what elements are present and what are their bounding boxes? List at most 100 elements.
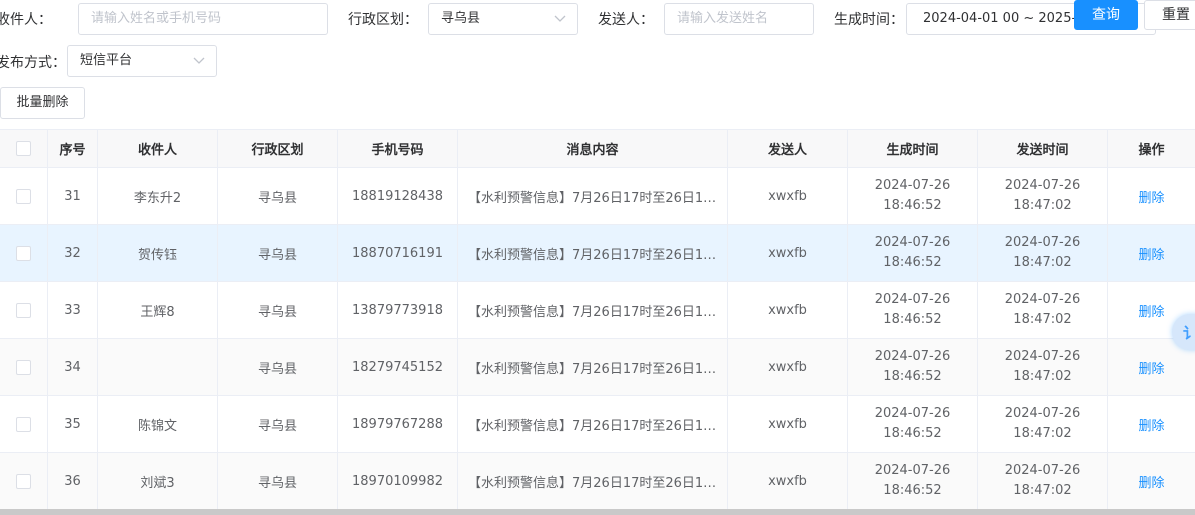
row-select[interactable] bbox=[0, 339, 48, 395]
message-table: 序号 收件人 行政区划 手机号码 消息内容 发送人 生成时间 发送时间 操作 3… bbox=[0, 129, 1195, 509]
table-row[interactable]: 32 贺传钰 寻乌县 18870716191 【水利预警信息】7月26日17时至26日1… bbox=[0, 225, 1195, 282]
delete-link[interactable]: 删除 bbox=[1138, 301, 1164, 320]
table-row[interactable]: 33 王辉8 寻乌县 13879773918 【水利预警信息】7月26日17时至26日1… bbox=[0, 282, 1195, 339]
delete-link[interactable]: 删除 bbox=[1138, 244, 1164, 263]
delete-link[interactable]: 删除 bbox=[1138, 472, 1164, 491]
header-phone: 手机号码 bbox=[338, 130, 458, 167]
reset-button[interactable]: 重置 bbox=[1144, 0, 1195, 30]
checkbox-icon[interactable] bbox=[16, 473, 31, 489]
time-label: 生成时间： bbox=[834, 12, 904, 28]
method-select[interactable]: 短信平台 bbox=[67, 45, 217, 77]
cell-op: 删除 bbox=[1108, 225, 1195, 281]
cell-content: 【水利预警信息】7月26日17时至26日18时 bbox=[458, 453, 728, 509]
gen-time: 18:46:52 bbox=[883, 198, 942, 213]
cell-phone: 18279745152 bbox=[338, 339, 458, 395]
gen-time: 18:46:52 bbox=[883, 483, 942, 498]
cell-send-time: 2024-07-26 18:47:02 bbox=[978, 396, 1108, 452]
checkbox-icon[interactable] bbox=[16, 359, 31, 375]
cell-send-time: 2024-07-26 18:47:02 bbox=[978, 453, 1108, 509]
cell-send-time: 2024-07-26 18:47:02 bbox=[978, 225, 1108, 281]
method-label: 发布方式： bbox=[0, 55, 66, 71]
table-row[interactable]: 34 寻乌县 18279745152 【水利预警信息】7月26日17时至26日18时 x… bbox=[0, 339, 1195, 396]
cell-sender: xwxfb bbox=[728, 168, 848, 224]
cell-content: 【水利预警信息】7月26日17时至26日18时 bbox=[458, 282, 728, 338]
cell-gen-time: 2024-07-26 18:46:52 bbox=[848, 339, 978, 395]
cell-region: 寻乌县 bbox=[218, 453, 338, 509]
cell-content-text: 【水利预警信息】7月26日17时至26日18时 bbox=[468, 304, 718, 320]
cell-recipient: 王辉8 bbox=[98, 282, 218, 338]
cell-recipient: 李东升2 bbox=[98, 168, 218, 224]
cell-content: 【水利预警信息】7月26日17时至26日18时 bbox=[458, 396, 728, 452]
batch-delete-button[interactable]: 批量删除 bbox=[0, 87, 85, 119]
cell-seq: 36 bbox=[48, 453, 98, 509]
checkbox-icon[interactable] bbox=[16, 416, 31, 432]
horizontal-scrollbar[interactable] bbox=[0, 509, 1195, 515]
header-seq: 序号 bbox=[48, 130, 98, 167]
row-select[interactable] bbox=[0, 453, 48, 509]
delete-link[interactable]: 删除 bbox=[1138, 187, 1164, 206]
cell-send-time: 2024-07-26 18:47:02 bbox=[978, 282, 1108, 338]
send-date: 2024-07-26 bbox=[1004, 235, 1081, 250]
table-row[interactable]: 36 刘斌3 寻乌县 18970109982 【水利预警信息】7月26日17时至26日1… bbox=[0, 453, 1195, 509]
cell-op: 删除 bbox=[1108, 453, 1195, 509]
cell-content-text: 【水利预警信息】7月26日17时至26日18时 bbox=[468, 475, 718, 491]
checkbox-icon[interactable] bbox=[16, 245, 31, 261]
region-select[interactable]: 寻乌县 bbox=[428, 3, 578, 35]
cell-seq: 35 bbox=[48, 396, 98, 452]
region-select-value: 寻乌县 bbox=[441, 11, 481, 26]
checkbox-icon[interactable] bbox=[16, 188, 31, 204]
table-row[interactable]: 35 陈锦文 寻乌县 18979767288 【水利预警信息】7月26日17时至26日1… bbox=[0, 396, 1195, 453]
send-time: 18:47:02 bbox=[1013, 426, 1072, 441]
gen-date: 2024-07-26 bbox=[874, 235, 951, 250]
recipient-input[interactable]: 请输入姓名或手机号码 bbox=[78, 3, 328, 35]
send-date: 2024-07-26 bbox=[1004, 463, 1081, 478]
send-date: 2024-07-26 bbox=[1004, 406, 1081, 421]
region-label: 行政区划： bbox=[348, 12, 418, 28]
row-select[interactable] bbox=[0, 396, 48, 452]
gen-time: 18:46:52 bbox=[883, 255, 942, 270]
row-select[interactable] bbox=[0, 225, 48, 281]
cell-phone: 18970109982 bbox=[338, 453, 458, 509]
header-region: 行政区划 bbox=[218, 130, 338, 167]
header-op: 操作 bbox=[1138, 143, 1165, 158]
checkbox-icon[interactable] bbox=[16, 302, 31, 318]
gen-date: 2024-07-26 bbox=[874, 178, 951, 193]
cell-seq: 34 bbox=[48, 339, 98, 395]
delete-link[interactable]: 删除 bbox=[1138, 415, 1164, 434]
header-recipient: 收件人 bbox=[98, 130, 218, 167]
sender-input[interactable]: 请输入发送姓名 bbox=[664, 3, 814, 35]
send-time: 18:47:02 bbox=[1013, 312, 1072, 327]
table-row[interactable]: 31 李东升2 寻乌县 18819128438 【水利预警信息】7月26日17时至26日… bbox=[0, 168, 1195, 225]
cell-phone: 13879773918 bbox=[338, 282, 458, 338]
cell-content: 【水利预警信息】7月26日17时至26日18时 bbox=[458, 225, 728, 281]
gen-time: 18:46:52 bbox=[883, 312, 942, 327]
cell-sender: xwxfb bbox=[728, 282, 848, 338]
cell-phone: 18819128438 bbox=[338, 168, 458, 224]
cell-recipient: 陈锦文 bbox=[98, 396, 218, 452]
header-select-all[interactable] bbox=[0, 130, 48, 167]
cell-send-time: 2024-07-26 18:47:02 bbox=[978, 168, 1108, 224]
delete-link[interactable]: 删除 bbox=[1138, 358, 1164, 377]
chat-icon: 讠 bbox=[1183, 324, 1195, 342]
cell-recipient: 刘斌3 bbox=[98, 453, 218, 509]
cell-seq: 32 bbox=[48, 225, 98, 281]
gen-time: 18:46:52 bbox=[883, 369, 942, 384]
cell-seq: 31 bbox=[48, 168, 98, 224]
gen-time: 18:46:52 bbox=[883, 426, 942, 441]
cell-sender: xwxfb bbox=[728, 453, 848, 509]
chevron-down-icon bbox=[554, 15, 566, 22]
sender-label: 发送人： bbox=[598, 12, 654, 28]
header-send-time: 发送时间 bbox=[978, 130, 1108, 167]
row-select[interactable] bbox=[0, 282, 48, 338]
row-select[interactable] bbox=[0, 168, 48, 224]
query-button[interactable]: 查询 bbox=[1074, 0, 1138, 30]
checkbox-icon[interactable] bbox=[16, 141, 31, 156]
cell-phone: 18979767288 bbox=[338, 396, 458, 452]
cell-op: 删除 bbox=[1108, 396, 1195, 452]
cell-gen-time: 2024-07-26 18:46:52 bbox=[848, 282, 978, 338]
recipient-label: 收件人： bbox=[0, 12, 52, 28]
cell-gen-time: 2024-07-26 18:46:52 bbox=[848, 168, 978, 224]
cell-sender: xwxfb bbox=[728, 396, 848, 452]
cell-content-text: 【水利预警信息】7月26日17时至26日18时 bbox=[468, 190, 718, 206]
gen-date: 2024-07-26 bbox=[874, 292, 951, 307]
